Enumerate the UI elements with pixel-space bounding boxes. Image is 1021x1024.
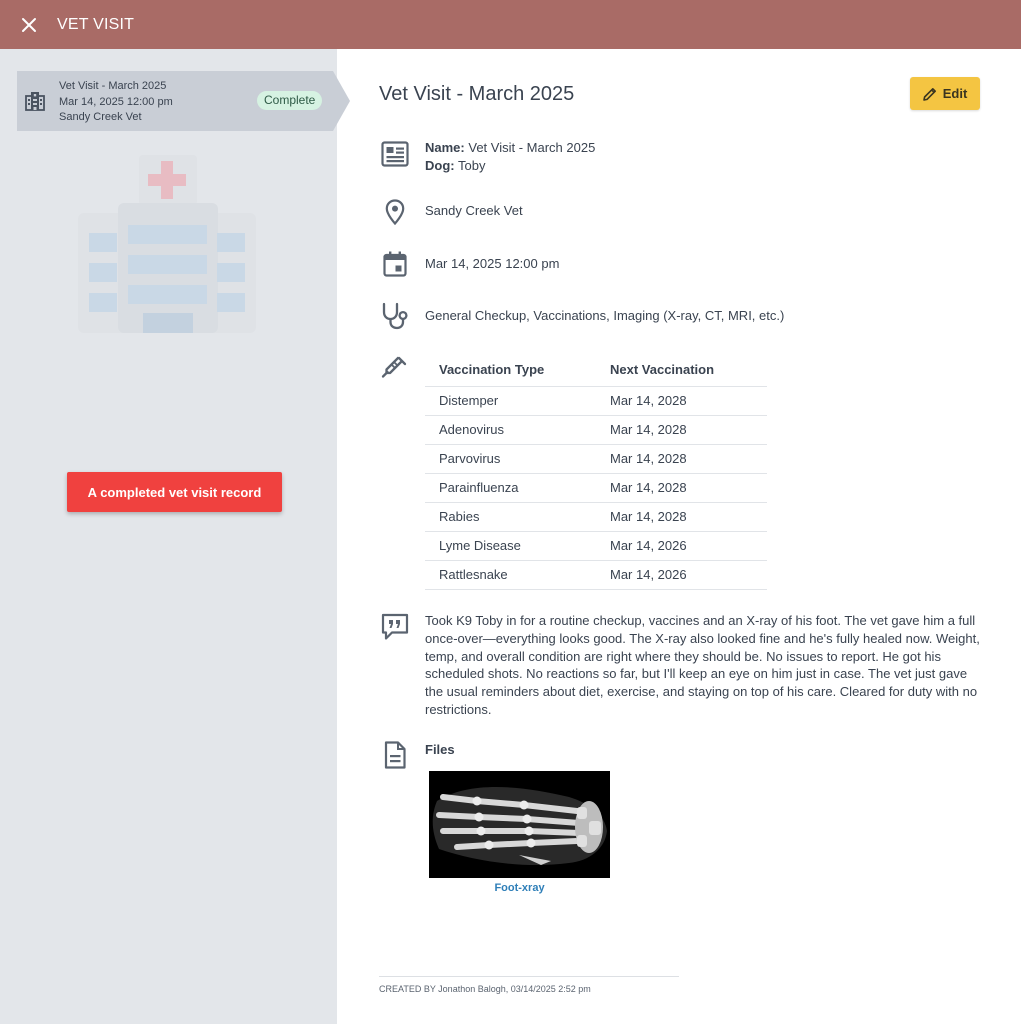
table-row: Lyme Disease Mar 14, 2026	[425, 531, 767, 561]
page-header-title: VET VISIT	[57, 15, 135, 33]
column-header-type: Vaccination Type	[425, 354, 596, 387]
next-vaccination-date: Mar 14, 2028	[596, 415, 767, 445]
dog-value: Toby	[458, 158, 486, 173]
hospital-illustration	[78, 155, 256, 333]
next-vaccination-date: Mar 14, 2028	[596, 502, 767, 532]
file-thumbnail[interactable]	[429, 771, 610, 878]
vaccination-type: Rattlesnake	[425, 560, 596, 590]
footer-divider	[379, 976, 679, 977]
next-vaccination-date: Mar 14, 2028	[596, 386, 767, 416]
close-icon	[22, 17, 36, 32]
vaccination-type: Distemper	[425, 386, 596, 416]
next-vaccination-date: Mar 14, 2028	[596, 444, 767, 474]
files-row-icon	[381, 741, 409, 769]
files-heading: Files	[425, 742, 455, 757]
syringe-icon	[381, 356, 407, 382]
table-row: Rattlesnake Mar 14, 2026	[425, 560, 767, 590]
name-value: Vet Visit - March 2025	[468, 140, 596, 155]
comment-quote-icon	[381, 613, 409, 640]
visit-detail-panel: Vet Visit - March 2025 Edit Name: Vet Vi…	[337, 49, 1021, 1024]
location-text: Sandy Creek Vet	[425, 203, 523, 218]
visit-list-item[interactable]: Vet Visit - March 2025 Mar 14, 2025 12:0…	[17, 71, 350, 131]
visit-card-location: Sandy Creek Vet	[59, 111, 142, 123]
edit-button[interactable]: Edit	[910, 77, 980, 110]
vaccinations-row-icon	[381, 354, 409, 382]
details-card-icon	[381, 140, 409, 168]
newspaper-icon	[381, 141, 409, 167]
created-by-footer: CREATED BY Jonathon Balogh, 03/14/2025 2…	[379, 984, 591, 994]
column-header-next: Next Vaccination	[596, 354, 767, 387]
table-row: Parvovirus Mar 14, 2028	[425, 444, 767, 474]
dog-label: Dog:	[425, 158, 455, 173]
visit-card-datetime: Mar 14, 2025 12:00 pm	[59, 95, 173, 108]
location-row-icon	[381, 198, 409, 226]
pencil-icon	[922, 87, 936, 101]
vaccination-type: Adenovirus	[425, 415, 596, 445]
vaccination-type: Rabies	[425, 502, 596, 532]
table-row: Rabies Mar 14, 2028	[425, 502, 767, 532]
hospital-building-icon	[25, 92, 45, 111]
table-row: Adenovirus Mar 14, 2028	[425, 415, 767, 445]
xray-image	[429, 771, 610, 878]
next-vaccination-date: Mar 14, 2026	[596, 560, 767, 590]
vaccination-type: Lyme Disease	[425, 531, 596, 561]
name-label: Name:	[425, 140, 465, 155]
vaccination-table: Vaccination Type Next Vaccination Distem…	[425, 354, 767, 590]
calendar-icon	[383, 251, 407, 277]
datetime-text: Mar 14, 2025 12:00 pm	[425, 256, 560, 271]
next-vaccination-date: Mar 14, 2028	[596, 473, 767, 503]
table-row: Distemper Mar 14, 2028	[425, 386, 767, 416]
visit-card-title: Vet Visit - March 2025	[59, 80, 167, 92]
date-row-icon	[381, 250, 409, 278]
tooltip: A completed vet visit record	[67, 472, 282, 512]
file-name-link[interactable]: Foot-xray	[429, 882, 610, 894]
notes-row-icon	[381, 613, 409, 641]
status-badge: Complete	[257, 91, 323, 110]
visit-notes: Took K9 Toby in for a routine checkup, v…	[425, 613, 980, 717]
document-icon	[384, 741, 406, 769]
edit-button-label: Edit	[942, 86, 968, 101]
top-bar: VET VISIT	[0, 0, 1021, 49]
table-row: Parainfluenza Mar 14, 2028	[425, 473, 767, 503]
map-pin-icon	[385, 199, 405, 225]
stethoscope-icon	[382, 302, 408, 330]
vaccination-type: Parainfluenza	[425, 473, 596, 503]
visit-name-block: Name: Vet Visit - March 2025 Dog: Toby	[425, 139, 595, 175]
visit-card-text: Vet Visit - March 2025 Mar 14, 2025 12:0…	[59, 79, 173, 126]
vaccination-type: Parvovirus	[425, 444, 596, 474]
services-row-icon	[381, 302, 409, 330]
table-header-row: Vaccination Type Next Vaccination	[425, 354, 767, 387]
services-text: General Checkup, Vaccinations, Imaging (…	[425, 308, 785, 323]
next-vaccination-date: Mar 14, 2026	[596, 531, 767, 561]
close-button[interactable]	[11, 7, 47, 43]
page-title: Vet Visit - March 2025	[379, 83, 575, 105]
sidebar: Vet Visit - March 2025 Mar 14, 2025 12:0…	[0, 49, 350, 1024]
